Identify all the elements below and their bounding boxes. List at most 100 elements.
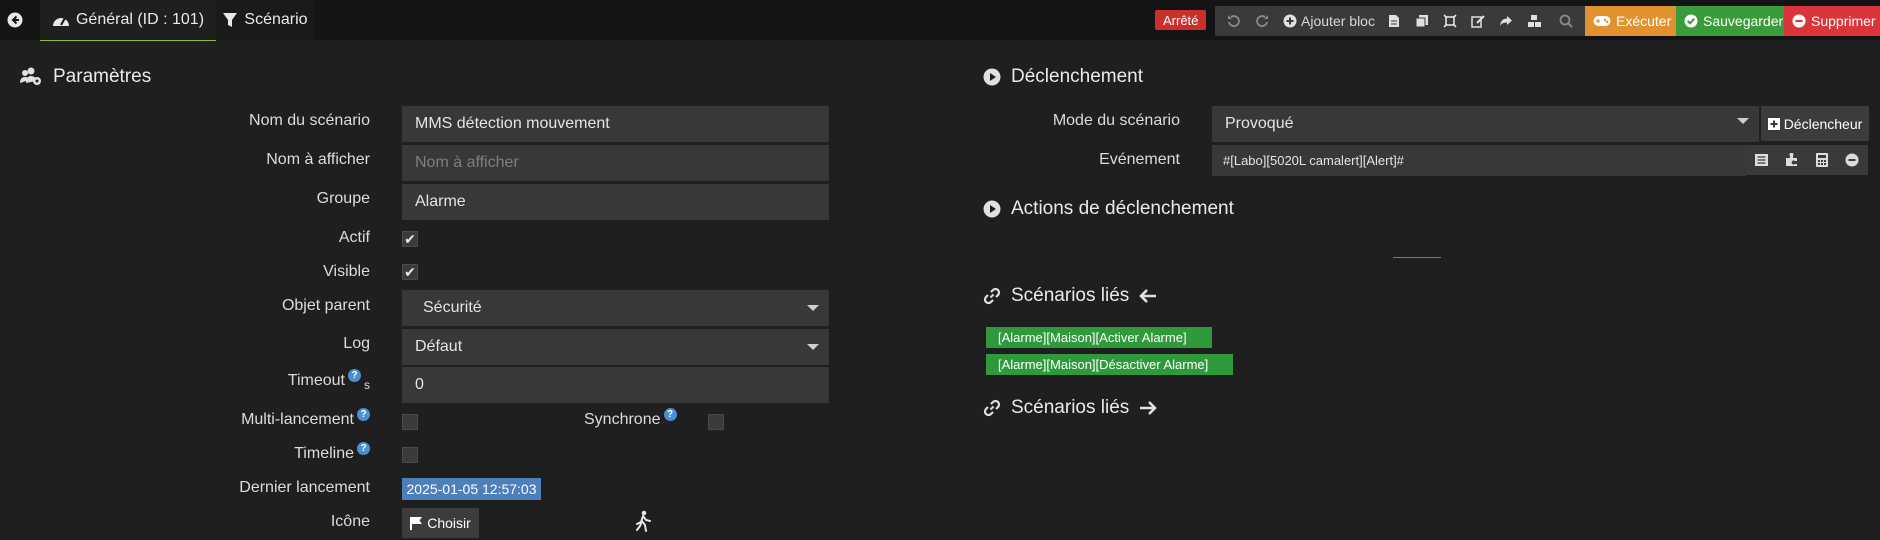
event-actions xyxy=(1746,145,1868,175)
group-label: Groupe xyxy=(316,190,370,207)
help-icon[interactable]: ? xyxy=(663,408,677,421)
save-label: Sauvegarder xyxy=(1703,13,1784,29)
linked-out-heading: Scénarios liés xyxy=(983,397,1158,419)
chevron-down-icon xyxy=(807,344,819,350)
linked-out-title: Scénarios liés xyxy=(1011,397,1130,418)
sync-label-text: Synchrone xyxy=(584,411,661,428)
dependencies-button[interactable] xyxy=(1523,6,1545,36)
trigger-actions-title: Actions de déclenchement xyxy=(1011,198,1234,219)
plus-square-icon xyxy=(1767,117,1780,130)
dashboard-icon xyxy=(52,13,70,27)
calculator-icon[interactable] xyxy=(1816,153,1829,167)
walking-person-icon xyxy=(634,510,654,532)
log-value: Défaut xyxy=(415,338,463,355)
play-circle-icon xyxy=(983,200,1001,218)
template-button[interactable] xyxy=(1383,6,1405,36)
params-title: Paramètres xyxy=(53,66,152,87)
parent-object-value: Sécurité xyxy=(423,299,482,316)
active-label: Actif xyxy=(338,229,370,246)
trigger-actions-heading: Actions de déclenchement xyxy=(983,198,1234,220)
sync-checkbox[interactable] xyxy=(708,414,724,430)
last-run-label: Dernier lancement xyxy=(239,479,370,496)
search-button[interactable] xyxy=(1555,6,1577,36)
arrow-left-icon xyxy=(1139,288,1157,304)
add-block-button[interactable]: Ajouter bloc xyxy=(1279,6,1379,36)
timeline-label: Timeline? xyxy=(294,442,370,463)
list-icon[interactable] xyxy=(1754,154,1768,166)
timeline-checkbox[interactable] xyxy=(402,447,418,463)
delete-button[interactable]: Supprimer xyxy=(1784,6,1880,36)
chevron-down-icon xyxy=(1737,118,1749,124)
tab-general-label: Général (ID : 101) xyxy=(75,11,205,28)
minus-circle-icon xyxy=(1792,14,1806,28)
plus-circle-icon xyxy=(1283,14,1297,28)
arrow-right-icon xyxy=(1139,400,1158,416)
share-button[interactable] xyxy=(1495,6,1517,36)
tab-scenario[interactable]: Scénario xyxy=(216,0,314,40)
help-icon[interactable]: ? xyxy=(348,369,361,382)
linked-scenario-tag[interactable]: [Alarme][Maison][Activer Alarme] xyxy=(986,327,1212,348)
check-icon: ✔ xyxy=(404,230,416,247)
mode-select[interactable]: Provoqué xyxy=(1212,106,1759,142)
log-select[interactable]: Défaut xyxy=(402,329,829,365)
add-trigger-button[interactable]: Déclencheur xyxy=(1761,106,1869,141)
redo-button[interactable] xyxy=(1251,6,1273,36)
divider xyxy=(1393,257,1441,258)
users-cog-icon xyxy=(19,67,43,87)
toolbar: Ajouter bloc xyxy=(1215,6,1585,36)
save-button[interactable]: Sauvegarder xyxy=(1676,6,1784,36)
choose-label: Choisir xyxy=(427,515,471,531)
help-icon[interactable]: ? xyxy=(357,442,370,455)
linked-in-heading: Scénarios liés xyxy=(983,285,1157,307)
multi-launch-label-text: Multi-lancement xyxy=(241,411,354,428)
parent-object-label: Objet parent xyxy=(281,297,370,314)
search-icon xyxy=(1559,14,1573,28)
share-icon xyxy=(1499,14,1513,28)
edit-icon xyxy=(1471,14,1485,28)
display-name-label: Nom à afficher xyxy=(266,151,370,168)
cubes-icon xyxy=(1527,14,1542,28)
undo-button[interactable] xyxy=(1223,6,1245,36)
run-button[interactable]: Exécuter xyxy=(1585,6,1676,36)
visible-checkbox[interactable]: ✔ xyxy=(402,264,418,280)
display-name-input[interactable]: Nom à afficher xyxy=(402,145,829,181)
timeout-label-text: Timeout xyxy=(287,372,345,389)
minus-circle-icon[interactable] xyxy=(1845,153,1859,167)
group-input[interactable]: Alarme xyxy=(402,184,829,220)
linked-scenario-tag[interactable]: [Alarme][Maison][Désactiver Alarme] xyxy=(986,354,1233,375)
delete-label: Supprimer xyxy=(1811,13,1876,29)
help-icon[interactable]: ? xyxy=(357,408,370,421)
last-run-badge: 2025-01-05 12:57:03 xyxy=(402,478,541,500)
linked-in-title: Scénarios liés xyxy=(1011,285,1130,306)
scenario-name-input[interactable]: MMS détection mouvement xyxy=(402,106,829,142)
run-label: Exécuter xyxy=(1616,13,1672,29)
icon-label: Icône xyxy=(330,513,370,530)
filter-icon xyxy=(222,12,238,28)
active-checkbox[interactable]: ✔ xyxy=(402,231,418,247)
file-icon xyxy=(1388,14,1400,28)
add-trigger-label: Déclencheur xyxy=(1783,115,1863,132)
event-input[interactable]: #[Labo][5020L camalert][Alert]# xyxy=(1212,145,1746,176)
gamepad-icon xyxy=(1593,15,1611,27)
back-button[interactable] xyxy=(0,0,30,40)
undo-icon xyxy=(1227,14,1241,28)
duplicate-button[interactable] xyxy=(1411,6,1433,36)
fullscreen-button[interactable] xyxy=(1439,6,1461,36)
event-label: Evénement xyxy=(1099,151,1180,168)
puzzle-icon[interactable] xyxy=(1785,153,1799,167)
check-circle-icon xyxy=(1684,14,1698,28)
edit-button[interactable] xyxy=(1467,6,1489,36)
multi-launch-checkbox[interactable] xyxy=(402,414,418,430)
parent-object-select[interactable]: Sécurité xyxy=(402,290,829,326)
check-icon: ✔ xyxy=(404,263,416,280)
arrow-left-circle-icon xyxy=(7,12,23,28)
tab-general[interactable]: Général (ID : 101) xyxy=(40,0,216,41)
mode-label: Mode du scénario xyxy=(1052,112,1180,129)
status-badge: Arrêté xyxy=(1155,10,1207,30)
timeout-input[interactable]: 0 xyxy=(402,367,829,403)
top-bar: Général (ID : 101) Scénario Arrêté Ajout… xyxy=(0,0,1880,41)
sync-label: Synchrone? xyxy=(584,408,677,429)
play-circle-icon xyxy=(983,68,1001,86)
link-icon xyxy=(983,399,1001,417)
choose-icon-button[interactable]: Choisir xyxy=(402,508,479,538)
